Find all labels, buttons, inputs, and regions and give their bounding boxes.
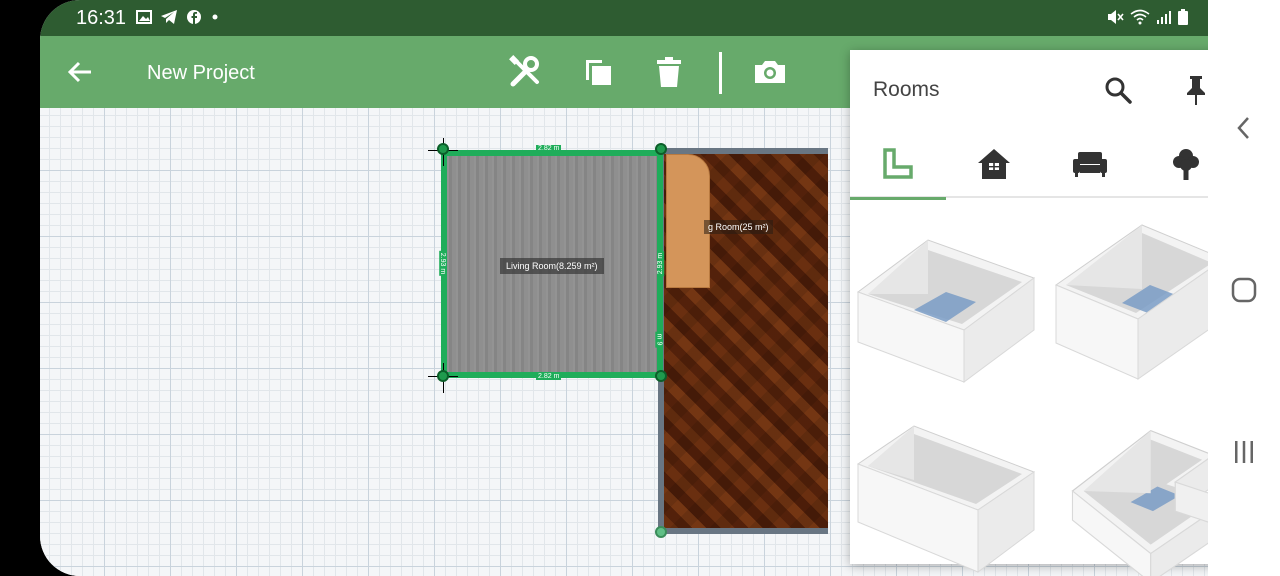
room-tile-l-shape[interactable] <box>1068 420 1208 576</box>
corner-handle[interactable] <box>437 143 449 155</box>
corner-handle[interactable] <box>437 370 449 382</box>
room-tile-square[interactable] <box>854 222 1044 402</box>
room-shape-grid <box>850 200 1208 576</box>
project-title: New Project <box>147 62 255 84</box>
tab-outdoor[interactable] <box>1138 130 1208 198</box>
pin-icon <box>1187 76 1205 105</box>
tools-icon <box>509 55 539 87</box>
camera-icon <box>755 61 785 83</box>
dot-icon <box>212 14 218 20</box>
rooms-panel: Rooms <box>850 50 1208 576</box>
wifi-icon <box>1130 9 1150 25</box>
duplicate-button[interactable] <box>580 54 616 90</box>
back-button[interactable] <box>64 56 96 88</box>
search-button[interactable] <box>1100 72 1136 108</box>
room-tile-long[interactable] <box>854 412 1044 576</box>
battery-icon <box>1178 9 1188 25</box>
nav-recents-button[interactable] <box>1228 436 1260 468</box>
tab-room-shapes[interactable] <box>850 130 946 200</box>
navigation-bar <box>1208 0 1280 576</box>
facebook-icon <box>187 10 201 25</box>
toolbar-divider <box>719 52 722 94</box>
room-label: Living Room(8.259 m²) <box>500 258 604 274</box>
search-icon <box>1105 77 1132 104</box>
dimension-top: 2.82 m <box>536 145 562 152</box>
pin-button[interactable] <box>1178 72 1208 108</box>
signal-icon <box>1157 11 1171 24</box>
image-icon <box>136 10 152 24</box>
trash-icon <box>657 57 681 87</box>
tab-house[interactable] <box>946 130 1042 198</box>
chevron-left-icon <box>1237 117 1249 139</box>
tab-furniture[interactable] <box>1042 130 1138 198</box>
dimension-right: 2.93 m <box>657 250 665 277</box>
dimension-right-lower: m 9 <box>655 331 663 348</box>
system-icons <box>1106 9 1188 25</box>
nav-back-button[interactable] <box>1228 112 1260 144</box>
corner-handle[interactable] <box>655 526 667 538</box>
dimension-left: 2.93 m <box>439 250 447 277</box>
room-label: g Room(25 m²) <box>704 220 773 234</box>
device: 16:31 New Project g Room(25 m²) Living R… <box>0 0 1280 576</box>
recents-icon <box>1235 441 1253 463</box>
panel-title: Rooms <box>873 78 940 101</box>
delete-button[interactable] <box>651 54 687 90</box>
house-icon <box>978 149 1010 179</box>
room-shape-icon <box>883 148 913 179</box>
corner-handle[interactable] <box>655 143 667 155</box>
category-tabs <box>850 130 1208 200</box>
telegram-icon <box>161 10 177 24</box>
tools-button[interactable] <box>507 54 543 90</box>
status-bar: 16:31 <box>40 0 1208 36</box>
notification-icons <box>136 9 220 25</box>
app-screen: 16:31 New Project g Room(25 m²) Living R… <box>40 0 1208 576</box>
nav-home-button[interactable] <box>1228 274 1260 306</box>
camera-button[interactable] <box>752 54 788 90</box>
copy-icon <box>586 60 611 85</box>
room-tile-rectangle[interactable] <box>1046 214 1208 394</box>
mute-icon <box>1108 10 1124 24</box>
dimension-bottom: 2.82 m <box>536 373 562 380</box>
tree-icon <box>1173 149 1199 180</box>
sofa-icon <box>1073 152 1107 177</box>
arrow-back-icon <box>67 61 91 83</box>
home-circle-icon <box>1231 277 1257 303</box>
corner-handle[interactable] <box>655 370 667 382</box>
status-time: 16:31 <box>76 7 127 29</box>
